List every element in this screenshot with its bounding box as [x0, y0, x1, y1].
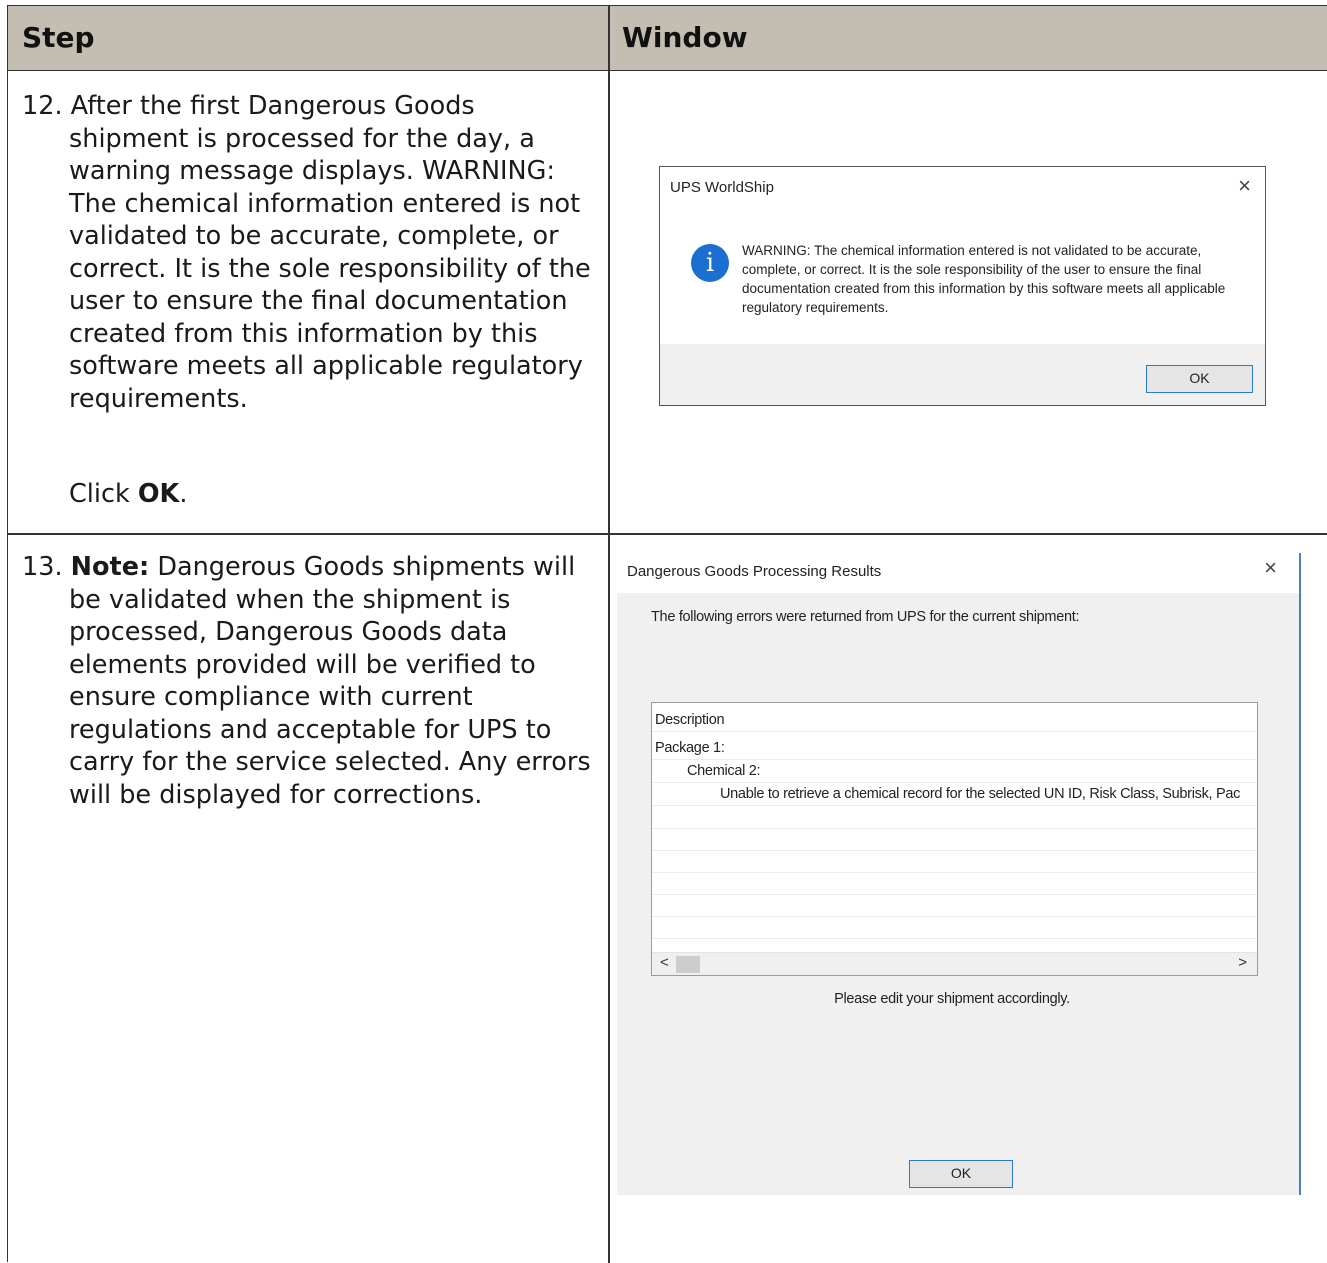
- dialog-footer: OK: [660, 344, 1265, 405]
- step-13-cell: 13. Note: Dangerous Goods shipments will…: [22, 551, 602, 811]
- header-step: Step: [22, 21, 95, 54]
- list-item[interactable]: Description: [652, 709, 1257, 732]
- warning-message: WARNING: The chemical information entere…: [742, 243, 1226, 315]
- step-13-text: 13. Note: Dangerous Goods shipments will…: [22, 551, 602, 811]
- scroll-left-icon[interactable]: <: [660, 954, 669, 971]
- step-12-text: 12. After the first Dangerous Goods ship…: [22, 90, 597, 415]
- dialog-body: The following errors were returned from …: [617, 593, 1299, 1195]
- table-header: Step Window: [8, 6, 1327, 71]
- horizontal-scrollbar[interactable]: < >: [652, 952, 1257, 975]
- step-12-number: 12.: [22, 91, 63, 121]
- dialog-title: UPS WorldShip: [670, 179, 774, 196]
- edit-instruction-text: Please edit your shipment accordingly.: [834, 991, 1070, 1007]
- step-12-ok-bold: OK: [137, 479, 180, 509]
- errors-list[interactable]: Description Package 1: Chemical 2: Unabl…: [651, 702, 1258, 976]
- errors-intro-text: The following errors were returned from …: [651, 609, 1080, 625]
- step-12-click-instruction: Click OK.: [69, 479, 188, 509]
- empty-row: [652, 916, 1257, 939]
- empty-row: [652, 850, 1257, 873]
- step-12-description: After the first Dangerous Goods shipment…: [69, 91, 591, 414]
- close-icon[interactable]: ×: [1238, 173, 1251, 199]
- ok-button[interactable]: OK: [1146, 365, 1253, 393]
- empty-row: [652, 806, 1257, 829]
- worldship-warning-dialog: UPS WorldShip × i WARNING: The chemical …: [659, 166, 1266, 406]
- list-item[interactable]: Chemical 2:: [652, 760, 1257, 783]
- window-edge: [1299, 553, 1301, 1195]
- empty-row: [652, 872, 1257, 895]
- step-13-description: Dangerous Goods shipments will be valida…: [69, 552, 591, 810]
- row-divider: [8, 533, 1327, 535]
- dangerous-goods-results-dialog: Dangerous Goods Processing Results × The…: [617, 545, 1301, 1195]
- list-item[interactable]: Unable to retrieve a chemical record for…: [652, 783, 1257, 806]
- dialog-title: Dangerous Goods Processing Results: [627, 563, 882, 580]
- empty-row: [652, 894, 1257, 917]
- step-13-note-label: Note:: [70, 552, 150, 582]
- scroll-right-icon[interactable]: >: [1238, 954, 1247, 971]
- scroll-thumb[interactable]: [676, 956, 700, 973]
- list-item[interactable]: Package 1:: [652, 737, 1257, 760]
- ok-button[interactable]: OK: [909, 1160, 1013, 1188]
- column-divider: [608, 6, 610, 1263]
- step-12-cell: 12. After the first Dangerous Goods ship…: [22, 90, 597, 511]
- info-icon: i: [691, 244, 729, 282]
- close-icon[interactable]: ×: [1264, 555, 1277, 581]
- header-window: Window: [622, 21, 748, 54]
- step-13-number: 13.: [22, 552, 63, 582]
- empty-row: [652, 828, 1257, 851]
